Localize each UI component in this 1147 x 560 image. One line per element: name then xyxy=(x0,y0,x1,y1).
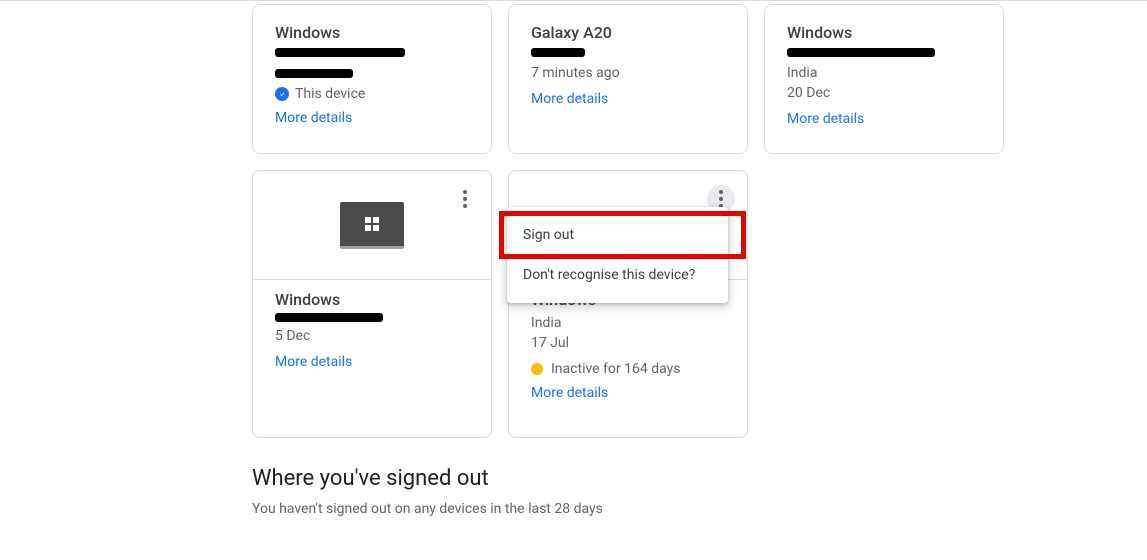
device-card: Windows 5 Dec More details xyxy=(252,170,492,438)
more-details-link[interactable]: More details xyxy=(531,385,727,401)
device-time: 7 minutes ago xyxy=(531,63,727,83)
menu-item-label: Sign out xyxy=(523,227,574,243)
device-time: 17 Jul xyxy=(531,333,727,353)
device-menu: Sign out Don't recognise this device? xyxy=(507,207,728,303)
windows-device-icon xyxy=(340,202,404,249)
device-card: Windows This device More details xyxy=(252,4,492,154)
device-card: Sign out Don't recognise this device? xyxy=(508,170,748,438)
more-details-link[interactable]: More details xyxy=(275,354,471,370)
device-location: India xyxy=(787,63,983,83)
check-circle-icon xyxy=(275,87,289,101)
device-time: 20 Dec xyxy=(787,83,983,103)
redacted-text xyxy=(275,69,353,78)
more-vert-icon xyxy=(463,190,467,208)
device-title: Galaxy A20 xyxy=(531,23,727,42)
signed-out-text: You haven't signed out on any devices in… xyxy=(252,501,1147,517)
redacted-text xyxy=(531,48,585,57)
card-menu-button[interactable] xyxy=(451,185,479,213)
more-details-link[interactable]: More details xyxy=(531,91,727,107)
more-details-link[interactable]: More details xyxy=(275,110,471,126)
menu-item-label: Don't recognise this device? xyxy=(523,267,695,283)
redacted-text xyxy=(275,313,383,322)
device-card: Galaxy A20 7 minutes ago More details xyxy=(508,4,748,154)
device-title: Windows xyxy=(787,23,983,42)
this-device-indicator: This device xyxy=(275,86,471,102)
signed-out-heading: Where you've signed out xyxy=(252,466,1147,491)
more-details-link[interactable]: More details xyxy=(787,111,983,127)
menu-item-dont-recognise[interactable]: Don't recognise this device? xyxy=(507,255,728,295)
menu-item-sign-out[interactable]: Sign out xyxy=(507,215,728,255)
redacted-text xyxy=(275,48,405,57)
device-title: Windows xyxy=(275,290,471,309)
warning-dot-icon xyxy=(531,363,543,375)
device-time: 5 Dec xyxy=(275,326,471,346)
device-card: Windows India 20 Dec More details xyxy=(764,4,1004,154)
this-device-label: This device xyxy=(295,86,365,102)
inactive-indicator: Inactive for 164 days xyxy=(531,361,727,377)
inactive-label: Inactive for 164 days xyxy=(551,361,680,377)
redacted-text xyxy=(787,48,935,57)
device-title: Windows xyxy=(275,23,471,42)
device-location: India xyxy=(531,313,727,333)
